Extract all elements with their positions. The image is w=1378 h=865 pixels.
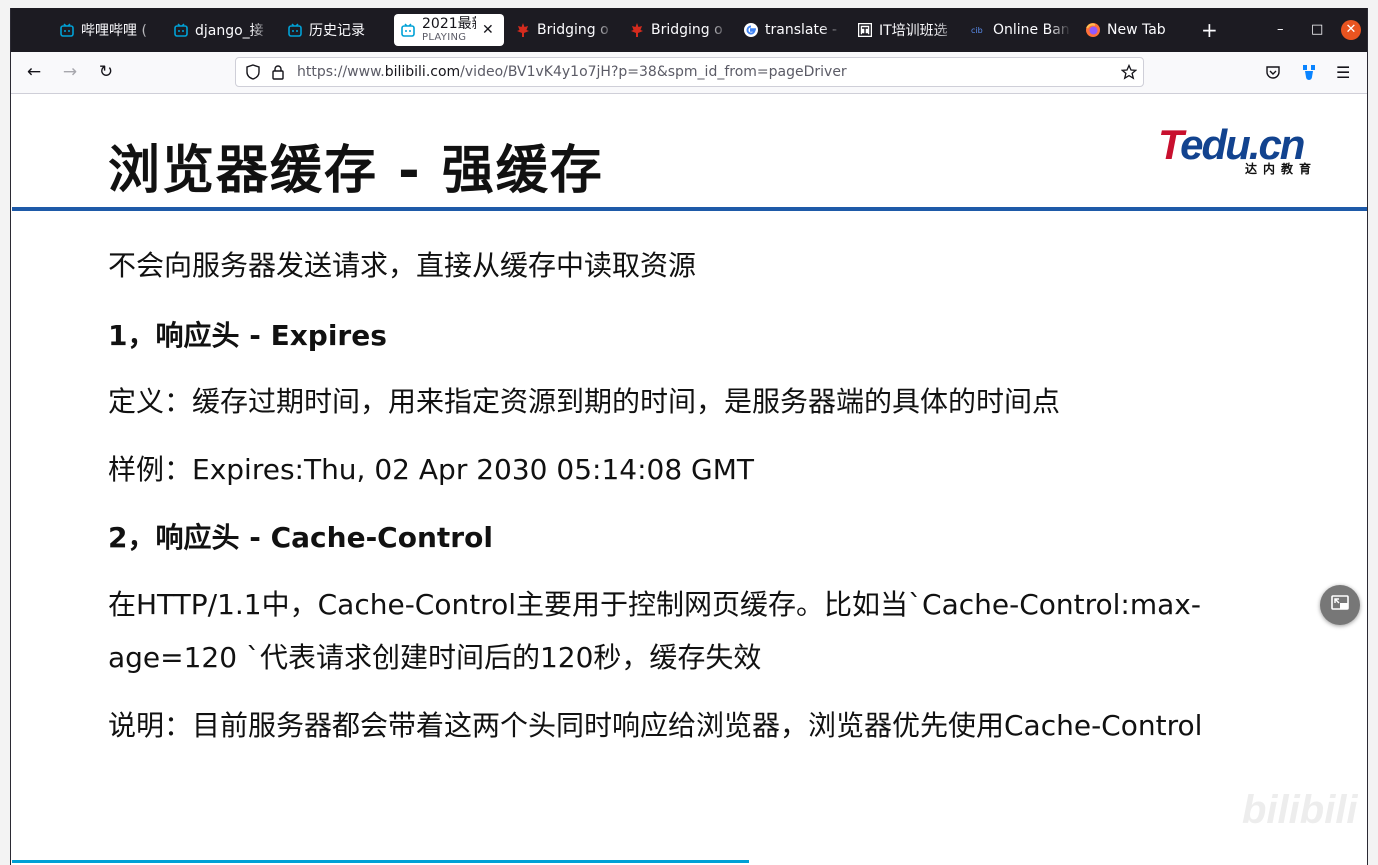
maximize-button[interactable]: □ [1311, 22, 1323, 37]
tab-django[interactable]: django_接 [173, 14, 273, 46]
slide-title: 浏览器缓存 - 强缓存 [108, 141, 604, 201]
tab-new-tab[interactable]: New Tab [1085, 14, 1185, 46]
bilibili-icon [173, 22, 189, 38]
forward-button[interactable]: → [60, 62, 80, 82]
bilibili-icon [400, 22, 416, 38]
maple-leaf-icon [515, 22, 531, 38]
playing-indicator: PLAYING [422, 32, 467, 43]
tab-it-training[interactable]: IT培训班选 [857, 14, 957, 46]
menu-icon[interactable]: ☰ [1336, 63, 1350, 82]
back-button[interactable]: ← [24, 62, 44, 82]
site-icon [857, 22, 873, 38]
pip-icon [1330, 593, 1350, 617]
close-tab-icon[interactable]: ✕ [482, 22, 494, 38]
bank-icon: cib [971, 22, 987, 38]
slide-line: age=120 `代表请求创建时间后的120秒，缓存失效 [108, 641, 762, 674]
tab-bridging-2[interactable]: Bridging o [629, 14, 729, 46]
bilibili-icon [59, 22, 75, 38]
tedu-logo: Tedu.cn 达内教育 [1158, 121, 1317, 177]
tab-history[interactable]: 历史记录 [287, 14, 387, 46]
slide-line: 在HTTP/1.1中，Cache-Control主要用于控制网页缓存。比如当`C… [108, 588, 1201, 621]
firefox-icon [1085, 22, 1101, 38]
video-progress-bar[interactable] [12, 860, 750, 863]
google-icon [743, 22, 759, 38]
slide-line: 定义：缓存过期时间，用来指定资源到期的时间，是服务器端的具体的时间点 [108, 385, 1061, 418]
slide-line: 样例：Expires:Thu, 02 Apr 2030 05:14:08 GMT [108, 453, 754, 486]
tab-online-bank[interactable]: cib Online Ban [971, 14, 1071, 46]
maple-leaf-icon [629, 22, 645, 38]
minimize-button[interactable]: – [1277, 22, 1284, 37]
address-bar[interactable]: https://www.bilibili.com/video/BV1vK4y1o… [235, 57, 1144, 87]
slide-heading: 2，响应头 - Cache-Control [108, 521, 493, 554]
bilibili-icon [287, 22, 303, 38]
tab-bridging-1[interactable]: Bridging o [515, 14, 615, 46]
svg-text:cib: cib [971, 26, 983, 35]
navigation-bar: ← → ↻ https://www.bilibili.com/video/BV1… [11, 52, 1367, 94]
video-player[interactable]: 浏览器缓存 - 强缓存 Tedu.cn 达内教育 不会向服务器发送请求，直接从缓… [12, 94, 1367, 865]
picture-in-picture-button[interactable] [1320, 585, 1360, 625]
bilibili-watermark: bilibili [1242, 788, 1358, 832]
bookmark-star-icon[interactable] [1120, 63, 1138, 84]
tab-active-video[interactable]: 2021最新 PLAYING ✕ [394, 14, 504, 46]
lock-icon[interactable] [270, 64, 286, 84]
slide-heading: 1，响应头 - Expires [108, 319, 387, 352]
shield-icon[interactable] [245, 64, 261, 84]
tab-translate[interactable]: translate - [743, 14, 843, 46]
tab-bilibili-home[interactable]: 哔哩哔哩 ( [59, 14, 159, 46]
tab-strip: 哔哩哔哩 ( django_接 历史记录 2021最新 PLAYING ✕ Br… [11, 8, 1367, 52]
slide-line: 不会向服务器发送请求，直接从缓存中读取资源 [108, 249, 697, 282]
pocket-icon[interactable] [1265, 64, 1281, 84]
browser-window: 哔哩哔哩 ( django_接 历史记录 2021最新 PLAYING ✕ Br… [10, 8, 1368, 865]
close-window-button[interactable]: ✕ [1341, 20, 1361, 40]
slide-line: 说明：目前服务器都会带着这两个头同时响应给浏览器，浏览器优先使用Cache-Co… [108, 709, 1203, 742]
reload-button[interactable]: ↻ [96, 62, 116, 82]
extension-icon[interactable] [1300, 63, 1318, 85]
url-text[interactable]: https://www.bilibili.com/video/BV1vK4y1o… [297, 64, 847, 80]
new-tab-button[interactable]: + [1201, 20, 1218, 40]
title-divider [12, 207, 1367, 211]
